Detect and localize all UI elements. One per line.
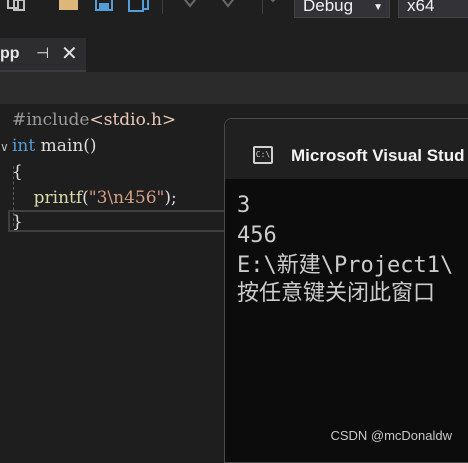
undo-icon[interactable] — [180, 0, 200, 12]
open-folder-icon[interactable] — [58, 0, 78, 12]
paren-close: ); — [164, 188, 177, 208]
console-output-line: E:\新建\Project1\ — [237, 253, 454, 278]
configuration-dropdown[interactable]: Debug ▼ — [294, 0, 390, 18]
document-tab-strip: pp ⊣ ✕ — [0, 38, 468, 72]
toolbar-separator — [162, 0, 163, 14]
console-window[interactable]: C:\ Microsoft Visual Stud 3 456 E:\新建\Pr… — [224, 118, 468, 463]
platform-value: x64 — [407, 0, 435, 15]
chevron-down-icon[interactable] — [266, 0, 286, 10]
include-header: <stdio.h> — [89, 110, 177, 130]
dropdown-arrow-icon: ▼ — [373, 2, 383, 13]
save-icon[interactable] — [94, 0, 114, 12]
console-output-line: 按任意键关闭此窗口 — [237, 281, 436, 306]
redo-icon[interactable] — [218, 0, 238, 12]
current-line-highlight — [8, 210, 228, 232]
code-line-2: int main() — [12, 133, 97, 159]
platform-dropdown[interactable]: x64 — [398, 0, 468, 18]
tab-label: pp — [0, 45, 20, 62]
console-output-line: 3 — [237, 193, 251, 218]
function-signature: main() — [35, 136, 97, 156]
code-line-1: #include<stdio.h> — [12, 107, 176, 133]
toolbar: Debug ▼ x64 — [0, 0, 468, 38]
console-title: Microsoft Visual Stud — [291, 146, 465, 165]
navigation-bar — [0, 72, 468, 105]
indent-guide — [13, 166, 14, 226]
console-output-line: 456 — [237, 223, 277, 248]
terminal-icon: C:\ — [253, 146, 273, 164]
collapse-icon[interactable]: ∨ — [0, 140, 9, 154]
code-line-4: printf("3\n456"); — [12, 185, 177, 211]
pin-icon[interactable]: ⊣ — [36, 44, 49, 62]
watermark: CSDN @mcDonaldw — [330, 428, 452, 443]
include-directive: #include — [12, 110, 90, 130]
printf-call: printf — [33, 188, 83, 208]
toolbar-separator — [262, 0, 263, 14]
close-icon[interactable]: ✕ — [61, 42, 78, 64]
save-all-icon[interactable] — [128, 0, 149, 12]
keyword-int: int — [12, 136, 36, 156]
new-project-icon[interactable] — [6, 0, 26, 12]
paren-open: ( — [82, 188, 89, 208]
configuration-value: Debug — [303, 0, 354, 15]
string-literal: "3\n456" — [88, 188, 165, 208]
console-title-bar[interactable]: C:\ Microsoft Visual Stud — [225, 119, 468, 179]
tab-source-file[interactable]: pp ⊣ ✕ — [0, 38, 86, 72]
